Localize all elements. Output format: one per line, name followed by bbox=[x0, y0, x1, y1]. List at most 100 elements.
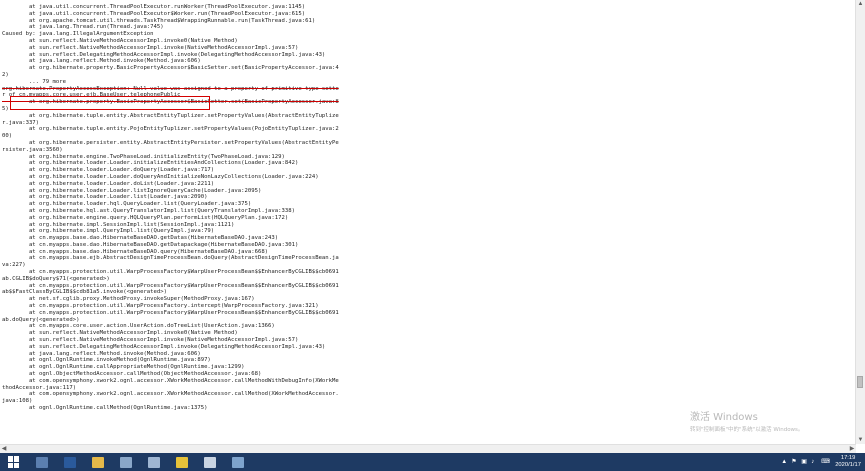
log-line: at org.hibernate.impl.SessionImpl.list(S… bbox=[2, 221, 235, 228]
log-line: Caused by: java.lang.IllegalArgumentExce… bbox=[2, 31, 154, 38]
network-icon[interactable]: ▣ bbox=[801, 459, 807, 465]
log-line: at ognl.OgnlRuntime.invokeMethod(OgnlRun… bbox=[2, 357, 211, 364]
log-line: at ognl.OgnlRuntime.callAppropriateMetho… bbox=[2, 364, 245, 371]
log-line: at com.opensymphony.xwork2.ognl.accessor… bbox=[2, 391, 339, 398]
log-line: ab.CGLIB$doQuery$71(<generated>) bbox=[2, 275, 110, 282]
windows-start-icon bbox=[8, 456, 20, 468]
taskbar-button[interactable] bbox=[226, 454, 250, 470]
taskbar-button[interactable] bbox=[198, 454, 222, 470]
log-line: at java.util.concurrent.ThreadPoolExecut… bbox=[2, 10, 306, 17]
log-line: at java.lang.reflect.Method.invoke(Metho… bbox=[2, 350, 201, 357]
powershell-icon bbox=[64, 456, 76, 468]
scroll-up-icon[interactable]: ▲ bbox=[857, 0, 864, 8]
log-line: at sun.reflect.NativeMethodAccessorImpl.… bbox=[2, 44, 299, 51]
file-explorer-icon bbox=[92, 456, 104, 468]
log-line: at org.hibernate.loader.Loader.list(Load… bbox=[2, 194, 208, 201]
horizontal-scrollbar[interactable]: ◀ ▶ bbox=[0, 444, 856, 453]
log-line: at sun.reflect.DelegatingMethodAccessorI… bbox=[2, 51, 326, 58]
keyboard-icon[interactable]: ⌨ bbox=[821, 459, 830, 465]
search-icon bbox=[148, 456, 160, 468]
log-line: at sun.reflect.NativeMethodAccessorImpl.… bbox=[2, 37, 238, 44]
log-line: at cn.myapps.protection.util.WarpProcess… bbox=[2, 309, 339, 316]
log-line: ab.doQuery(<generated>) bbox=[2, 316, 80, 323]
log-line: at ognl.ObjectMethodAccessor.callMethod(… bbox=[2, 371, 262, 378]
watermark-subtitle: 转到"控制面板"中的"系统"以激活 Windows。 bbox=[690, 427, 804, 433]
taskbar-button[interactable] bbox=[58, 454, 82, 470]
log-line: at cn.myapps.protection.util.WarpProcess… bbox=[2, 282, 339, 289]
taskbar-button[interactable] bbox=[30, 454, 54, 470]
log-line: at org.hibernate.loader.Loader.doQuery(L… bbox=[2, 167, 215, 174]
log-line: r.java:337) bbox=[2, 119, 40, 126]
java-icon bbox=[204, 456, 216, 468]
log-line: r of cn.myapps.core.user.ejb.BaseUser.te… bbox=[2, 92, 181, 99]
log-line: at cn.myapps.protection.util.WarpProcess… bbox=[2, 303, 319, 310]
scroll-thumb[interactable] bbox=[857, 376, 863, 388]
log-line: ab$$FastClassByCGLIB$$cdb81a5.invoke(<ge… bbox=[2, 289, 168, 296]
server-manager-icon bbox=[36, 456, 48, 468]
clock-date: 2020/1/17 bbox=[835, 462, 861, 468]
log-line: java:108) bbox=[2, 398, 33, 405]
tray-up-icon[interactable]: ▲ bbox=[781, 459, 787, 465]
log-line: 5) bbox=[2, 105, 9, 112]
log-line: at org.hibernate.tuple.entity.AbstractEn… bbox=[2, 112, 339, 119]
taskbar: ▲ ⚑ ▣ ♪ ⌨ 17:19 2020/1/17 bbox=[0, 453, 865, 471]
scroll-down-icon[interactable]: ▼ bbox=[857, 436, 864, 444]
log-line: thodAccessor.java:117) bbox=[2, 384, 77, 391]
log-line: at cn.myapps.base.dao.HibernateBaseDAO.g… bbox=[2, 241, 299, 248]
app-icon bbox=[176, 456, 188, 468]
log-line: at org.hibernate.loader.Loader.doQueryAn… bbox=[2, 173, 319, 180]
taskbar-button[interactable] bbox=[170, 454, 194, 470]
clock-time: 17:19 bbox=[840, 455, 856, 462]
log-line: at sun.reflect.DelegatingMethodAccessorI… bbox=[2, 343, 326, 350]
log-line: at cn.myapps.base.dao.HibernateBaseDAO.g… bbox=[2, 235, 279, 242]
log-line: at java.lang.Thread.run(Thread.java:745) bbox=[2, 24, 164, 31]
scroll-right-icon[interactable]: ▶ bbox=[848, 445, 856, 453]
taskbar-button[interactable] bbox=[114, 454, 138, 470]
log-line: at java.lang.reflect.Method.invoke(Metho… bbox=[2, 58, 201, 65]
log-line: at org.hibernate.hql.ast.QueryTranslator… bbox=[2, 207, 295, 214]
log-line: at org.hibernate.persister.entity.Abstra… bbox=[2, 139, 339, 146]
log-line: ... 79 more bbox=[2, 78, 66, 85]
console-icon bbox=[232, 456, 244, 468]
log-line: 2) bbox=[2, 71, 9, 78]
start-button[interactable] bbox=[2, 454, 26, 470]
activate-windows-watermark: 激活 Windows 转到"控制面板"中的"系统"以激活 Windows。 bbox=[690, 408, 803, 433]
remote-desktop-icon bbox=[120, 456, 132, 468]
console-window: ─ at java.util.concurrent.ThreadPoolExec… bbox=[0, 0, 865, 453]
log-line: at net.sf.cglib.proxy.MethodProxy.invoke… bbox=[2, 296, 255, 303]
log-line: at org.hibernate.tuple.entity.PojoEntity… bbox=[2, 126, 339, 133]
log-line: at cn.myapps.core.user.action.UserAction… bbox=[2, 323, 275, 330]
vertical-scrollbar[interactable]: ▲ ▼ bbox=[855, 0, 865, 444]
log-line: at org.hibernate.loader.Loader.listIgnor… bbox=[2, 187, 262, 194]
watermark-title: 激活 Windows bbox=[690, 412, 758, 423]
flag-icon[interactable]: ⚑ bbox=[791, 459, 797, 465]
log-line: at java.util.concurrent.ThreadPoolExecut… bbox=[2, 4, 306, 10]
log-line: at com.opensymphony.xwork2.ognl.accessor… bbox=[2, 377, 339, 384]
taskbar-button[interactable] bbox=[86, 454, 110, 470]
log-line: at cn.myapps.protection.util.WarpProcess… bbox=[2, 269, 339, 276]
log-line: at org.hibernate.property.BasicPropertyA… bbox=[2, 65, 339, 72]
log-line: at cn.myapps.base.ejb.AbstractDesignTime… bbox=[2, 255, 339, 262]
clock[interactable]: 17:19 2020/1/17 bbox=[835, 455, 861, 468]
taskbar-button[interactable] bbox=[142, 454, 166, 470]
log-line: 00) bbox=[2, 133, 13, 140]
log-line: at org.hibernate.loader.Loader.initializ… bbox=[2, 160, 299, 167]
log-line: at org.apache.tomcat.util.threads.TaskTh… bbox=[2, 17, 316, 24]
log-line: at org.hibernate.engine.TwoPhaseLoad.ini… bbox=[2, 153, 285, 160]
stack-trace-log[interactable]: at java.util.concurrent.ThreadPoolExecut… bbox=[2, 4, 852, 444]
system-tray: ▲ ⚑ ▣ ♪ ⌨ 17:19 2020/1/17 bbox=[781, 454, 861, 470]
scroll-left-icon[interactable]: ◀ bbox=[0, 445, 8, 453]
volume-icon[interactable]: ♪ bbox=[811, 459, 817, 465]
log-line: rsister.java:3560) bbox=[2, 146, 63, 153]
log-line: at cn.myapps.base.dao.HibernateBaseDAO.q… bbox=[2, 248, 269, 255]
window-title-strip: ─ bbox=[0, 0, 856, 3]
log-line: at sun.reflect.NativeMethodAccessorImpl.… bbox=[2, 337, 299, 344]
log-line: at org.hibernate.engine.query.HQLQueryPl… bbox=[2, 214, 289, 221]
log-line: va:227) bbox=[2, 262, 26, 269]
log-line: org.hibernate.PropertyAccessException: N… bbox=[2, 85, 339, 92]
log-line: at org.hibernate.loader.Loader.doList(Lo… bbox=[2, 180, 215, 187]
log-line: at sun.reflect.NativeMethodAccessorImpl.… bbox=[2, 330, 238, 337]
log-line: at org.hibernate.loader.hql.QueryLoader.… bbox=[2, 201, 252, 208]
log-line: at org.hibernate.impl.QueryImpl.list(Que… bbox=[2, 228, 215, 235]
log-line: at org.hibernate.property.BasicPropertyA… bbox=[2, 99, 339, 106]
